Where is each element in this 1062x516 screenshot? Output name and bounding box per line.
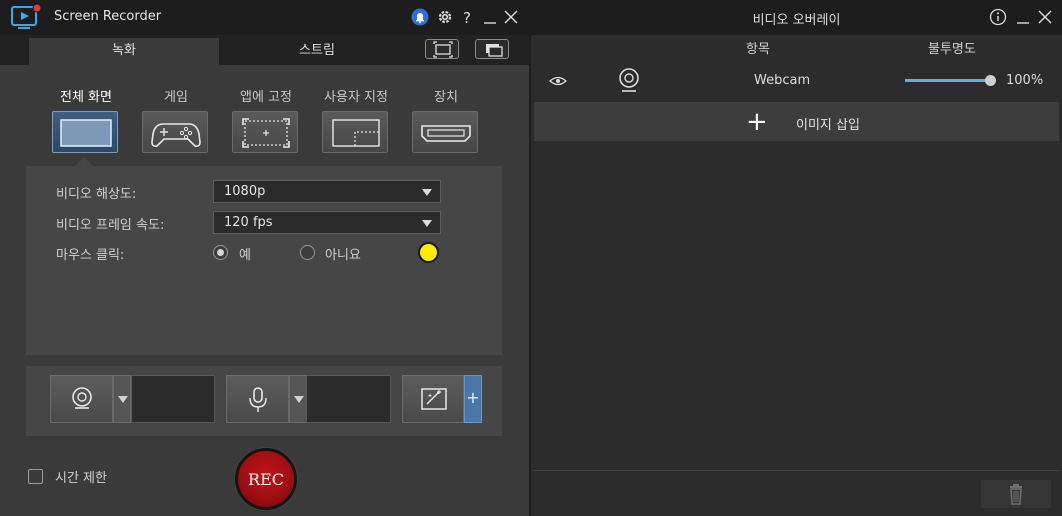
close-icon[interactable] [1036, 8, 1054, 26]
time-limit-checkbox[interactable] [28, 469, 43, 484]
framerate-select[interactable]: 120 fps [213, 211, 441, 234]
app-title: Screen Recorder [54, 9, 162, 24]
mode-custom-button[interactable] [322, 111, 388, 153]
framerate-label: 비디오 프레임 속도: [56, 218, 165, 233]
overlay-item-name: Webcam [754, 73, 811, 88]
chevron-down-icon [294, 396, 304, 403]
notification-bell-icon[interactable] [411, 8, 429, 26]
time-limit-label: 시간 제한 [55, 471, 107, 486]
close-icon[interactable] [502, 8, 520, 26]
app-lock-icon [242, 118, 290, 148]
title-bar: Screen Recorder ? [0, 0, 529, 35]
chevron-down-icon [422, 189, 432, 196]
column-header-item: 항목 [746, 42, 770, 57]
custom-area-icon [332, 119, 380, 147]
mode-label-game: 게임 [164, 90, 188, 105]
plus-icon: + [746, 107, 768, 137]
mouse-click-yes-label: 예 [239, 248, 251, 263]
hdmi-device-icon [421, 125, 471, 142]
minimize-icon[interactable] [481, 8, 499, 26]
record-button[interactable]: REC [235, 448, 297, 510]
click-color-picker[interactable] [418, 242, 439, 263]
settings-gear-icon[interactable] [436, 8, 454, 26]
mode-fullscreen-button[interactable] [52, 111, 118, 153]
opacity-slider-track[interactable] [905, 79, 991, 82]
effects-icon [421, 388, 447, 410]
tab-stream[interactable]: 스트림 [222, 38, 412, 65]
info-icon[interactable] [989, 8, 1007, 26]
resolution-select[interactable]: 1080p [213, 180, 441, 203]
webcam-icon [72, 387, 92, 409]
column-header-opacity: 불투명도 [928, 42, 976, 57]
opacity-slider-handle[interactable] [985, 75, 996, 86]
full-window-button[interactable] [425, 39, 459, 59]
mini-mode-button[interactable] [475, 39, 509, 59]
webcam-icon [619, 68, 639, 92]
insert-image-label: 이미지 삽입 [796, 118, 860, 133]
mode-app-lock-button[interactable] [232, 111, 298, 153]
screen-recorder-window: Screen Recorder ? 녹화 스트림 전체 화면 게임 앱에 고정 … [0, 0, 529, 516]
webcam-preview-slot [131, 375, 215, 423]
mouse-click-no-label: 아니요 [325, 248, 361, 263]
svg-text:?: ? [463, 9, 471, 26]
gamepad-icon [151, 123, 201, 147]
microphone-button[interactable] [226, 375, 289, 423]
mode-label-custom: 사용자 지정 [324, 90, 388, 105]
fit-screen-icon [433, 41, 453, 58]
chevron-down-icon [422, 220, 432, 227]
app-logo-icon [11, 3, 42, 29]
overlay-title-bar: 비디오 오버레이 [531, 0, 1062, 35]
trash-icon [1010, 484, 1022, 505]
mode-label-device: 장치 [434, 90, 458, 105]
mode-game-button[interactable] [142, 111, 208, 153]
microphone-level-slot [306, 375, 391, 423]
minimize-icon[interactable] [1014, 8, 1032, 26]
video-overlay-window: 비디오 오버레이 항목 불투명도 Webcam 100% + 이미지 삽입 [531, 0, 1062, 516]
resolution-value: 1080p [224, 184, 266, 199]
delete-button[interactable] [981, 480, 1051, 508]
effects-button[interactable] [402, 375, 464, 423]
framerate-value: 120 fps [224, 215, 273, 230]
tab-record[interactable]: 녹화 [29, 38, 219, 65]
eye-icon[interactable] [548, 73, 568, 89]
webcam-button[interactable] [50, 375, 113, 423]
mini-window-icon [486, 44, 503, 57]
add-effect-button[interactable]: + [464, 375, 482, 423]
fullscreen-icon [60, 119, 112, 147]
mouse-click-yes-radio[interactable] [213, 245, 228, 260]
microphone-icon [249, 387, 267, 412]
mode-device-button[interactable] [412, 111, 478, 153]
microphone-dropdown[interactable] [289, 375, 307, 423]
mode-label-fullscreen: 전체 화면 [60, 90, 112, 105]
opacity-value: 100% [1006, 73, 1044, 88]
resolution-label: 비디오 해상도: [56, 187, 137, 202]
mode-label-app-lock: 앱에 고정 [240, 90, 292, 105]
bottom-divider [534, 470, 1059, 471]
chevron-down-icon [118, 396, 128, 403]
tab-bar: 녹화 스트림 [0, 35, 529, 65]
overlay-title: 비디오 오버레이 [752, 13, 841, 28]
mouse-click-label: 마우스 클릭: [56, 248, 125, 263]
record-label: REC [248, 470, 284, 489]
help-icon[interactable]: ? [458, 8, 476, 26]
mouse-click-no-radio[interactable] [300, 245, 315, 260]
webcam-dropdown[interactable] [113, 375, 131, 423]
